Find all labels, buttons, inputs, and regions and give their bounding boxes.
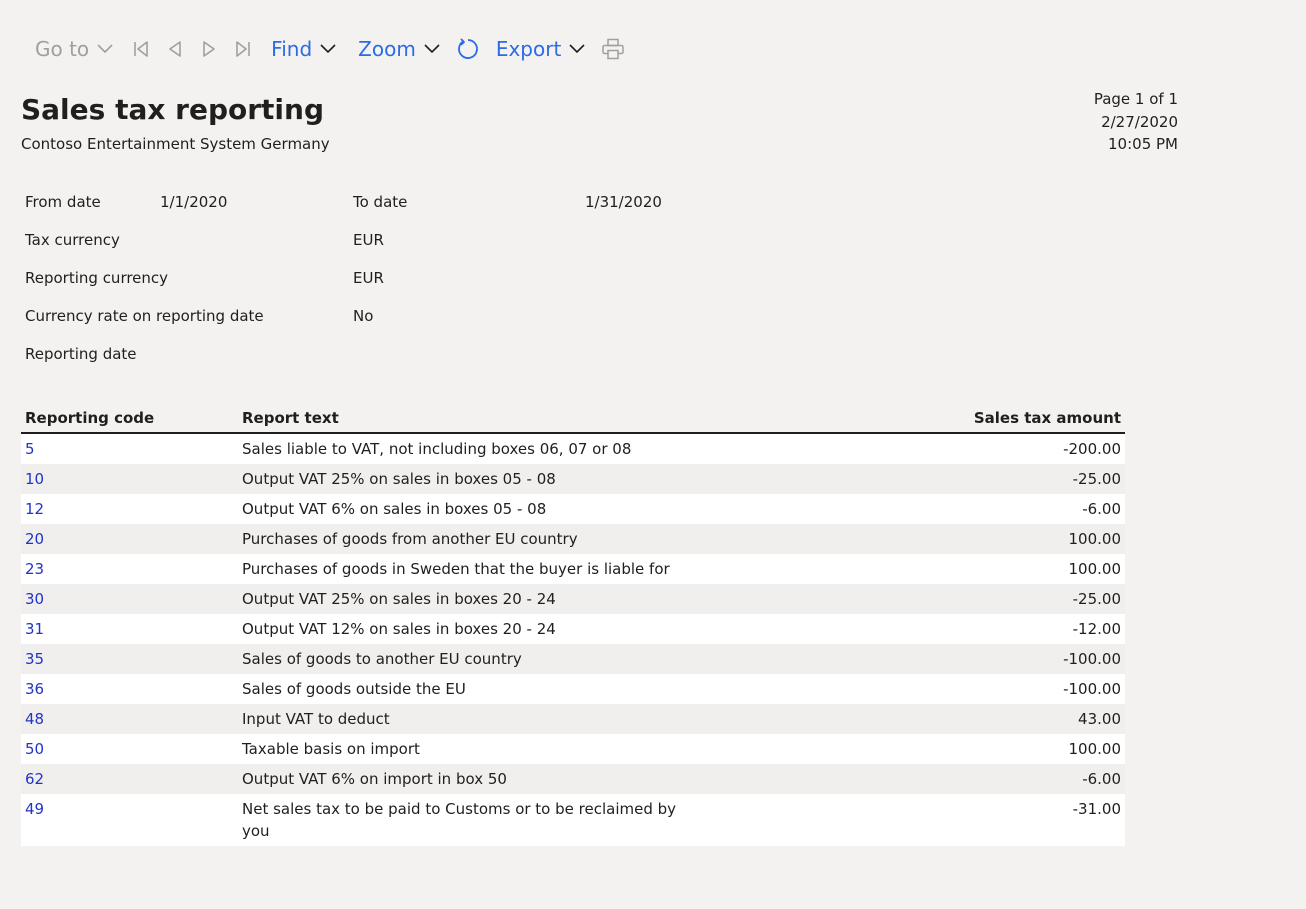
from-date-label: From date (25, 193, 101, 211)
report-date: 2/27/2020 (1101, 112, 1178, 131)
table-header: Reporting code Report text Sales tax amo… (21, 404, 1125, 434)
sales-tax-amount: 43.00 (1078, 710, 1121, 728)
chevron-down-icon (569, 44, 585, 54)
tax-currency-label: Tax currency (25, 231, 120, 249)
reporting-currency-value: EUR (353, 269, 384, 287)
previous-page-icon[interactable] (161, 30, 189, 68)
report-text: Output VAT 25% on sales in boxes 20 - 24 (242, 590, 556, 608)
reporting-code-link[interactable]: 12 (25, 500, 44, 518)
tax-currency-value: EUR (353, 231, 384, 249)
sales-tax-amount: -31.00 (1072, 800, 1121, 818)
reporting-code-link[interactable]: 48 (25, 710, 44, 728)
sales-tax-amount: 100.00 (1068, 530, 1122, 548)
find-label: Find (271, 37, 313, 61)
sales-tax-amount: -100.00 (1063, 650, 1121, 668)
refresh-icon[interactable] (454, 30, 482, 68)
table-row: 23 Purchases of goods in Sweden that the … (21, 554, 1125, 584)
page-number: Page 1 of 1 (1093, 90, 1178, 108)
to-date-label: To date (353, 193, 408, 211)
chevron-down-icon (424, 44, 440, 54)
report-text: Output VAT 6% on import in box 50 (242, 770, 507, 788)
reporting-code-link[interactable]: 49 (25, 800, 44, 818)
reporting-code-link[interactable]: 23 (25, 560, 44, 578)
reporting-code-link[interactable]: 30 (25, 590, 44, 608)
report-text: Sales liable to VAT, not including boxes… (242, 440, 632, 458)
table-row: 50 Taxable basis on import 100.00 (21, 734, 1125, 764)
report-text: Purchases of goods in Sweden that the bu… (242, 560, 670, 578)
chevron-down-icon (97, 44, 113, 54)
reporting-code-link[interactable]: 36 (25, 680, 44, 698)
column-header-report-text: Report text (242, 409, 339, 427)
table-row: 12 Output VAT 6% on sales in boxes 05 - 0… (21, 494, 1125, 524)
reporting-code-link[interactable]: 35 (25, 650, 44, 668)
find-button[interactable]: Find (263, 30, 344, 68)
company-name: Contoso Entertainment System Germany (21, 135, 330, 153)
goto-button[interactable]: Go to (27, 30, 121, 68)
table-row: 31 Output VAT 12% on sales in boxes 20 - … (21, 614, 1125, 644)
goto-label: Go to (35, 37, 90, 61)
reporting-currency-label: Reporting currency (25, 269, 169, 287)
export-button[interactable]: Export (488, 30, 593, 68)
zoom-button[interactable]: Zoom (350, 30, 448, 68)
currency-rate-value: No (353, 307, 374, 325)
sales-tax-amount: -100.00 (1063, 680, 1121, 698)
sales-tax-amount: -6.00 (1082, 500, 1121, 518)
sales-tax-amount: 100.00 (1068, 560, 1122, 578)
chevron-down-icon (320, 44, 336, 54)
column-header-sales-tax-amount: Sales tax amount (973, 409, 1121, 427)
report-text: Input VAT to deduct (242, 710, 390, 728)
report-text: Taxable basis on import (242, 740, 420, 758)
table-row: 36 Sales of goods outside the EU -100.00 (21, 674, 1125, 704)
currency-rate-label: Currency rate on reporting date (25, 307, 264, 325)
table-body: 5 Sales liable to VAT, not including boxe… (21, 434, 1125, 846)
table-row: 30 Output VAT 25% on sales in boxes 20 - … (21, 584, 1125, 614)
report-time: 10:05 PM (1108, 135, 1178, 153)
column-header-reporting-code: Reporting code (25, 409, 155, 427)
sales-tax-amount: -25.00 (1072, 590, 1121, 608)
table-row: 10 Output VAT 25% on sales in boxes 05 - … (21, 464, 1125, 494)
sales-tax-amount: -200.00 (1063, 440, 1121, 458)
report-text: Output VAT 6% on sales in boxes 05 - 08 (242, 500, 547, 518)
report-text: Output VAT 25% on sales in boxes 05 - 08 (242, 470, 556, 488)
table-row: 35 Sales of goods to another EU country -1… (21, 644, 1125, 674)
sales-tax-table: Reporting code Report text Sales tax amo… (21, 404, 1125, 846)
table-row: 20 Purchases of goods from another EU cou… (21, 524, 1125, 554)
print-icon[interactable] (599, 30, 627, 68)
report-title: Sales tax reporting (21, 93, 324, 126)
reporting-date-label: Reporting date (25, 345, 137, 363)
reporting-code-link[interactable]: 5 (25, 440, 35, 458)
report-text: Output VAT 12% on sales in boxes 20 - 24 (242, 620, 556, 638)
reporting-code-link[interactable]: 10 (25, 470, 44, 488)
last-page-icon[interactable] (229, 30, 257, 68)
report-text: Sales of goods to another EU country (242, 650, 522, 668)
reporting-code-link[interactable]: 62 (25, 770, 44, 788)
reporting-code-link[interactable]: 50 (25, 740, 44, 758)
report-text: Net sales tax to be paid to Customs or t… (242, 800, 677, 840)
table-row: 62 Output VAT 6% on import in box 50 -6.00 (21, 764, 1125, 794)
next-page-icon[interactable] (195, 30, 223, 68)
table-row: 48 Input VAT to deduct 43.00 (21, 704, 1125, 734)
sales-tax-amount: 100.00 (1068, 740, 1122, 758)
sales-tax-amount: -12.00 (1072, 620, 1121, 638)
export-label: Export (495, 37, 562, 61)
to-date-value: 1/31/2020 (585, 193, 662, 211)
sales-tax-amount: -6.00 (1082, 770, 1121, 788)
report-text: Sales of goods outside the EU (242, 680, 466, 698)
sales-tax-amount: -25.00 (1072, 470, 1121, 488)
reporting-code-link[interactable]: 20 (25, 530, 44, 548)
from-date-value: 1/1/2020 (160, 193, 228, 211)
first-page-icon[interactable] (127, 30, 155, 68)
report-toolbar: Go to Find Zoom Export (27, 30, 627, 68)
reporting-code-link[interactable]: 31 (25, 620, 44, 638)
page-info: Page 1 of 1 2/27/2020 10:05 PM (1094, 88, 1178, 156)
table-row: 5 Sales liable to VAT, not including boxe… (21, 434, 1125, 464)
zoom-label: Zoom (358, 37, 416, 61)
report-text: Purchases of goods from another EU count… (242, 530, 578, 548)
table-row: 49 Net sales tax to be paid to Customs or… (21, 794, 1125, 846)
